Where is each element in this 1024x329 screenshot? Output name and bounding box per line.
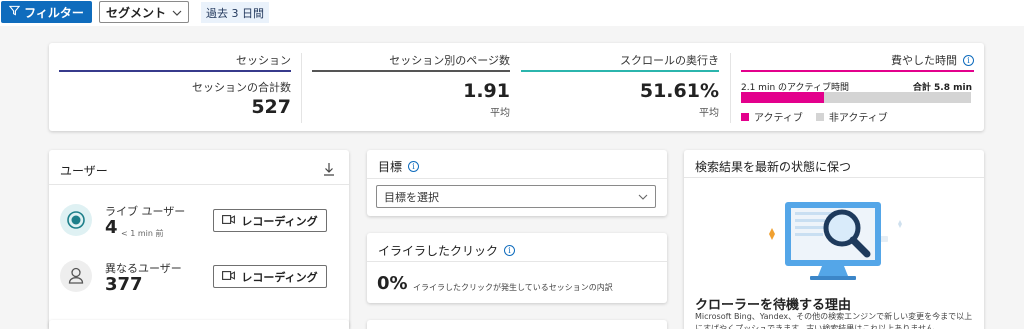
frustration-title-row: イライラしたクリック i	[378, 242, 516, 259]
pages-value: 1.91	[463, 80, 510, 102]
crawler-card: 検索結果を最新の状態に保つ クローラーを待機する理由 Microsoft Bin…	[684, 150, 984, 329]
live-user-icon	[60, 204, 92, 240]
pages-avg: 平均	[490, 108, 510, 119]
frustration-title: イライラしたクリック	[378, 244, 499, 258]
distinct-recording-label: レコーディング	[241, 270, 318, 284]
goals-card: 目標 i 目標を選択	[367, 150, 667, 216]
time-title-row: 費やした時間 i	[891, 52, 974, 68]
divider	[367, 261, 667, 262]
live-users-note: < 1 min 前	[121, 229, 164, 238]
top-toolbar: フィルター セグメント 過去 3 日間	[0, 0, 1024, 26]
filter-icon	[8, 5, 21, 19]
goals-select-value: 目標を選択	[384, 190, 439, 204]
scroll-value: 51.61%	[639, 80, 719, 102]
frustration-desc: イライラしたクリックが発生しているセッションの内訳	[413, 283, 613, 292]
chevron-down-icon	[172, 5, 182, 19]
summary-card: セッション セッションの合計数 527 セッション別のページ数 1.91 平均 …	[49, 43, 984, 131]
next-card	[49, 320, 349, 329]
divider	[684, 177, 984, 178]
time-legend: アクティブ 非アクティブ	[741, 109, 888, 124]
filter-button-label: フィルター	[24, 5, 84, 20]
segment-dropdown-label: セグメント	[105, 5, 166, 20]
live-recording-button[interactable]: レコーディング	[213, 209, 327, 232]
crawler-header: 検索結果を最新の状態に保つ	[695, 160, 852, 174]
legend-inactive-swatch	[815, 112, 824, 121]
time-bar-active	[741, 92, 825, 103]
goals-title: 目標	[378, 160, 403, 174]
info-icon[interactable]: i	[504, 245, 516, 256]
pages-accent-line	[312, 70, 510, 72]
time-metric: 費やした時間 i 2.1 min のアクティブ時間 合計 5.8 min アクテ…	[731, 43, 984, 131]
divider	[367, 178, 667, 179]
pages-title: セッション別のページ数	[389, 54, 510, 67]
sessions-sub: セッションの合計数	[192, 81, 291, 94]
segment-dropdown[interactable]: セグメント	[99, 1, 189, 23]
info-icon[interactable]: i	[963, 54, 974, 66]
chevron-down-icon	[638, 190, 648, 203]
video-icon	[222, 214, 236, 227]
filter-button[interactable]: フィルター	[1, 1, 92, 23]
sessions-metric: セッション セッションの合計数 527	[49, 43, 301, 131]
goals-title-row: 目標 i	[378, 158, 420, 175]
distinct-users-value: 377	[105, 274, 143, 295]
time-bar	[741, 92, 971, 103]
legend-active-label: アクティブ	[754, 113, 803, 124]
legend-active-swatch	[741, 112, 749, 121]
distinct-recording-button[interactable]: レコーディング	[213, 265, 327, 288]
users-card: ユーザー ライブ ユーザー 4 < 1 min 前 レコーディング 異なるユーザ…	[49, 150, 349, 329]
scroll-avg: 平均	[699, 108, 719, 119]
download-icon[interactable]	[323, 161, 335, 180]
sessions-accent-line	[59, 70, 291, 72]
divider	[49, 184, 349, 185]
time-accent-line	[741, 70, 974, 72]
user-icon	[60, 260, 92, 296]
sessions-value: 527	[251, 96, 291, 118]
crawler-desc: Microsoft Bing、Yandex、その他の検索エンジンで新しい変更を今…	[695, 312, 973, 329]
sessions-title: セッション	[236, 54, 291, 67]
info-icon[interactable]: i	[408, 161, 420, 172]
users-title: ユーザー	[60, 164, 108, 178]
scroll-metric: スクロールの奥行き 51.61% 平均	[511, 43, 729, 131]
next-card	[367, 320, 667, 329]
frustration-card: イライラしたクリック i 0% イライラしたクリックが発生しているセッションの内…	[367, 233, 667, 303]
scroll-accent-line	[521, 70, 719, 72]
live-recording-label: レコーディング	[241, 214, 318, 228]
date-range-badge[interactable]: 過去 3 日間	[201, 2, 269, 23]
legend-inactive-label: 非アクティブ	[828, 113, 888, 124]
live-users-value: 4	[105, 217, 118, 238]
goals-select[interactable]: 目標を選択	[376, 185, 656, 208]
video-icon	[222, 270, 236, 283]
time-title: 費やした時間	[891, 54, 957, 67]
frustration-value: 0%	[377, 273, 408, 294]
scroll-title: スクロールの奥行き	[620, 54, 719, 67]
pages-metric: セッション別のページ数 1.91 平均	[302, 43, 520, 131]
monitor-search-illustration	[760, 194, 910, 290]
